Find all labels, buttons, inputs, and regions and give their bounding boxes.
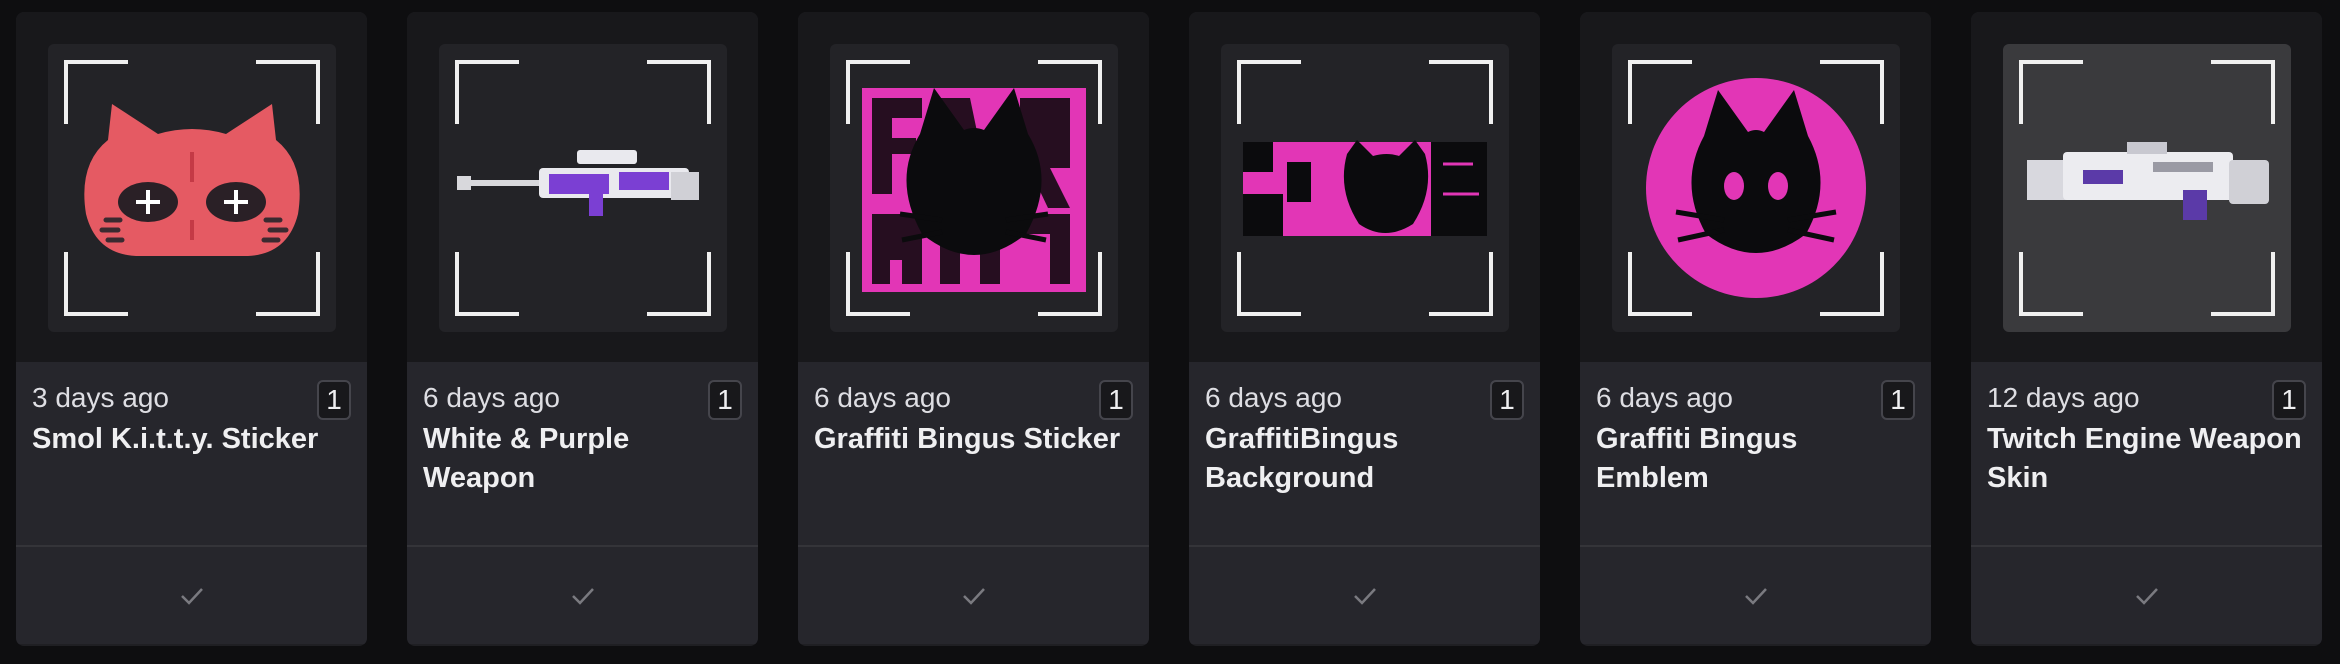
check-icon bbox=[180, 587, 203, 605]
drop-card[interactable]: 6 days ago 1 White & Purple Weapon bbox=[407, 12, 758, 646]
drop-card[interactable]: 6 days ago 1 Graffiti Bingus Sticker bbox=[798, 12, 1149, 646]
claimed-status bbox=[1580, 547, 1931, 644]
card-thumbnail-area bbox=[798, 12, 1149, 362]
reward-title: Graffiti Bingus Emblem bbox=[1596, 423, 1798, 494]
card-info: 6 days ago 1 GraffitiBingus Background bbox=[1189, 362, 1540, 547]
drop-card[interactable]: 3 days ago 1 Smol K.i.t.t.y. Sticker bbox=[16, 12, 367, 646]
reward-title: Twitch Engine Weapon Skin bbox=[1987, 423, 2302, 494]
claimed-status bbox=[1189, 547, 1540, 644]
quantity-badge: 1 bbox=[1881, 380, 1915, 420]
weapon-skin-icon bbox=[2003, 44, 2291, 332]
card-info: 12 days ago 1 Twitch Engine Weapon Skin bbox=[1971, 362, 2322, 547]
card-thumbnail-area bbox=[1189, 12, 1540, 362]
check-icon bbox=[1353, 587, 1376, 605]
kitty-sticker-icon bbox=[48, 44, 336, 332]
claimed-status bbox=[16, 547, 367, 644]
received-time: 6 days ago bbox=[1205, 382, 1342, 413]
drop-card[interactable]: 12 days ago 1 Twitch Engine Weapon Skin bbox=[1971, 12, 2322, 646]
check-icon bbox=[962, 587, 985, 605]
card-thumbnail-area bbox=[1971, 12, 2322, 362]
card-info: 6 days ago 1 White & Purple Weapon bbox=[407, 362, 758, 547]
card-thumbnail-area bbox=[16, 12, 367, 362]
reward-title: Smol K.i.t.t.y. Sticker bbox=[32, 423, 319, 455]
check-icon bbox=[1744, 587, 1767, 605]
received-time: 3 days ago bbox=[32, 382, 169, 413]
received-time: 6 days ago bbox=[814, 382, 951, 413]
quantity-badge: 1 bbox=[1490, 380, 1524, 420]
drops-list: 3 days ago 1 Smol K.i.t.t.y. Sticker 6 d… bbox=[16, 12, 2322, 646]
reward-title: White & Purple Weapon bbox=[423, 423, 630, 494]
reward-title: Graffiti Bingus Sticker bbox=[814, 423, 1121, 455]
card-info: 3 days ago 1 Smol K.i.t.t.y. Sticker bbox=[16, 362, 367, 547]
quantity-badge: 1 bbox=[2272, 380, 2306, 420]
sniper-rifle-icon bbox=[439, 44, 727, 332]
quantity-badge: 1 bbox=[317, 380, 351, 420]
card-info: 6 days ago 1 Graffiti Bingus Sticker bbox=[798, 362, 1149, 547]
check-icon bbox=[571, 587, 594, 605]
card-thumbnail-area bbox=[1580, 12, 1931, 362]
graffiti-emblem-icon bbox=[1612, 44, 1900, 332]
received-time: 6 days ago bbox=[1596, 382, 1733, 413]
card-thumbnail-area bbox=[407, 12, 758, 362]
check-icon bbox=[2135, 587, 2158, 605]
claimed-status bbox=[407, 547, 758, 644]
received-time: 6 days ago bbox=[423, 382, 560, 413]
graffiti-background-icon bbox=[1221, 44, 1509, 332]
quantity-badge: 1 bbox=[1099, 380, 1133, 420]
reward-title: GraffitiBingus Background bbox=[1205, 423, 1399, 494]
drop-card[interactable]: 6 days ago 1 GraffitiBingus Background bbox=[1189, 12, 1540, 646]
graffiti-sticker-icon bbox=[830, 44, 1118, 332]
quantity-badge: 1 bbox=[708, 380, 742, 420]
card-info: 6 days ago 1 Graffiti Bingus Emblem bbox=[1580, 362, 1931, 547]
claimed-status bbox=[1971, 547, 2322, 644]
drop-card[interactable]: 6 days ago 1 Graffiti Bingus Emblem bbox=[1580, 12, 1931, 646]
received-time: 12 days ago bbox=[1987, 382, 2140, 413]
claimed-status bbox=[798, 547, 1149, 644]
